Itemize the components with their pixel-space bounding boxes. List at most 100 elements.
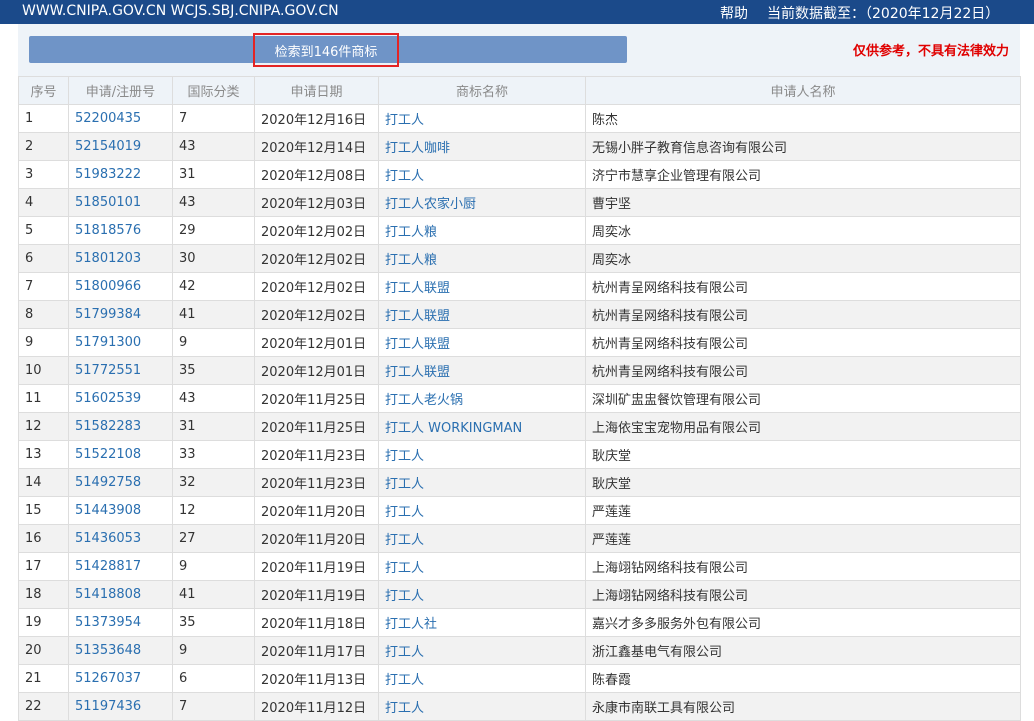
reg-number-link[interactable]: 51428817 [68, 552, 173, 581]
row-index: 1 [18, 104, 69, 133]
table-row: 14 51492758 32 2020年11月23日 打工人 耿庆堂 [18, 468, 1021, 497]
applicant-name: 杭州青呈网络科技有限公司 [585, 328, 1021, 357]
mark-name-link[interactable]: 打工人老火锅 [378, 384, 586, 413]
intl-class: 7 [172, 104, 255, 133]
table-row: 1 52200435 7 2020年12月16日 打工人 陈杰 [18, 104, 1021, 133]
application-date: 2020年12月03日 [254, 188, 379, 217]
mark-name-link[interactable]: 打工人联盟 [378, 356, 586, 385]
mark-name-link[interactable]: 打工人 [378, 160, 586, 189]
mark-name-link[interactable]: 打工人咖啡 [378, 132, 586, 161]
reg-number-link[interactable]: 51850101 [68, 188, 173, 217]
table-row: 13 51522108 33 2020年11月23日 打工人 耿庆堂 [18, 440, 1021, 469]
intl-class: 9 [172, 636, 255, 665]
mark-name-link[interactable]: 打工人 [378, 692, 586, 721]
reg-number-link[interactable]: 51801203 [68, 244, 173, 273]
application-date: 2020年12月14日 [254, 132, 379, 161]
row-index: 20 [18, 636, 69, 665]
row-index: 21 [18, 664, 69, 693]
mark-name-link[interactable]: 打工人社 [378, 608, 586, 637]
results-panel: 检索到146件商标 仅供参考，不具有法律效力 序号 申请/注册号 国际分类 申请日期商… [18, 24, 1021, 721]
row-index: 22 [18, 692, 69, 721]
site-domains: WWW.CNIPA.GOV.CN WCJS.SBJ.CNIPA.GOV.CN [22, 3, 339, 19]
reg-number-link[interactable]: 51418808 [68, 580, 173, 609]
reg-number-link[interactable]: 51602539 [68, 384, 173, 413]
intl-class: 41 [172, 300, 255, 329]
mark-name-link[interactable]: 打工人 [378, 104, 586, 133]
intl-class: 42 [172, 272, 255, 301]
col-header-applicant: 申请人名称 [585, 76, 1021, 105]
application-date: 2020年11月20日 [254, 496, 379, 525]
mark-name-link[interactable]: 打工人联盟 [378, 328, 586, 357]
row-index: 3 [18, 160, 69, 189]
reg-number-link[interactable]: 51436053 [68, 524, 173, 553]
application-date: 2020年11月23日 [254, 468, 379, 497]
mark-name-link[interactable]: 打工人 [378, 636, 586, 665]
mark-name-link[interactable]: 打工人联盟 [378, 300, 586, 329]
table-row: 16 51436053 27 2020年11月20日 打工人 严莲莲 [18, 524, 1021, 553]
applicant-name: 上海翊钻网络科技有限公司 [585, 580, 1021, 609]
reg-number-link[interactable]: 51443908 [68, 496, 173, 525]
intl-class: 43 [172, 384, 255, 413]
mark-name-link[interactable]: 打工人 [378, 496, 586, 525]
mark-name-link[interactable]: 打工人 [378, 468, 586, 497]
table-row: 17 51428817 9 2020年11月19日 打工人 上海翊钻网络科技有限公司 [18, 552, 1021, 581]
reg-number-link[interactable]: 51197436 [68, 692, 173, 721]
mark-name-link[interactable]: 打工人联盟 [378, 272, 586, 301]
application-date: 2020年11月17日 [254, 636, 379, 665]
reg-number-link[interactable]: 51267037 [68, 664, 173, 693]
reg-number-link[interactable]: 52200435 [68, 104, 173, 133]
intl-class: 41 [172, 580, 255, 609]
mark-name-link[interactable]: 打工人 [378, 552, 586, 581]
applicant-name: 永康市南联工具有限公司 [585, 692, 1021, 721]
intl-class: 35 [172, 356, 255, 385]
reg-number-link[interactable]: 51800966 [68, 272, 173, 301]
reg-number-link[interactable]: 51791300 [68, 328, 173, 357]
mark-name-link[interactable]: 打工人 [378, 580, 586, 609]
mark-name-link[interactable]: 打工人 WORKINGMAN [378, 412, 586, 441]
reg-number-link[interactable]: 51373954 [68, 608, 173, 637]
table-row: 11 51602539 43 2020年11月25日 打工人老火锅 深圳矿盅盅餐饮管理有限… [18, 384, 1021, 413]
applicant-name: 严莲莲 [585, 496, 1021, 525]
reg-number-link[interactable]: 51582283 [68, 412, 173, 441]
reg-number-link[interactable]: 51799384 [68, 300, 173, 329]
mark-name-link[interactable]: 打工人粮 [378, 244, 586, 273]
reg-number-link[interactable]: 52154019 [68, 132, 173, 161]
help-link[interactable]: 帮助 [720, 3, 748, 23]
reg-number-link[interactable]: 51818576 [68, 216, 173, 245]
table-row: 8 51799384 41 2020年12月02日 打工人联盟 杭州青呈网络科技有限公司 [18, 300, 1021, 329]
applicant-name: 耿庆堂 [585, 468, 1021, 497]
table-row: 3 51983222 31 2020年12月08日 打工人 济宁市慧享企业管理有限公司 [18, 160, 1021, 189]
row-index: 15 [18, 496, 69, 525]
application-date: 2020年11月12日 [254, 692, 379, 721]
applicant-name: 周奕冰 [585, 244, 1021, 273]
intl-class: 9 [172, 552, 255, 581]
reg-number-link[interactable]: 51772551 [68, 356, 173, 385]
data-cutoff-date: 当前数据截至：（2020年12月22日） [767, 6, 1000, 22]
applicant-name: 杭州青呈网络科技有限公司 [585, 300, 1021, 329]
intl-class: 29 [172, 216, 255, 245]
reg-number-link[interactable]: 51522108 [68, 440, 173, 469]
mark-name-link[interactable]: 打工人农家小厨 [378, 188, 586, 217]
intl-class: 31 [172, 412, 255, 441]
reg-number-link[interactable]: 51353648 [68, 636, 173, 665]
table-row: 19 51373954 35 2020年11月18日 打工人社 嘉兴才多多服务外包有限公司 [18, 608, 1021, 637]
application-date: 2020年12月02日 [254, 216, 379, 245]
intl-class: 33 [172, 440, 255, 469]
reg-number-link[interactable]: 51492758 [68, 468, 173, 497]
row-index: 5 [18, 216, 69, 245]
result-count: 检索到146件商标 [253, 33, 399, 67]
application-date: 2020年12月01日 [254, 328, 379, 357]
mark-name-link[interactable]: 打工人 [378, 664, 586, 693]
application-date: 2020年11月18日 [254, 608, 379, 637]
row-index: 17 [18, 552, 69, 581]
mark-name-link[interactable]: 打工人 [378, 440, 586, 469]
table-row: 20 51353648 9 2020年11月17日 打工人 浙江鑫基电气有限公司 [18, 636, 1021, 665]
table-row: 15 51443908 12 2020年11月20日 打工人 严莲莲 [18, 496, 1021, 525]
application-date: 2020年12月02日 [254, 272, 379, 301]
row-index: 14 [18, 468, 69, 497]
applicant-name: 深圳矿盅盅餐饮管理有限公司 [585, 384, 1021, 413]
row-index: 7 [18, 272, 69, 301]
mark-name-link[interactable]: 打工人 [378, 524, 586, 553]
reg-number-link[interactable]: 51983222 [68, 160, 173, 189]
mark-name-link[interactable]: 打工人粮 [378, 216, 586, 245]
